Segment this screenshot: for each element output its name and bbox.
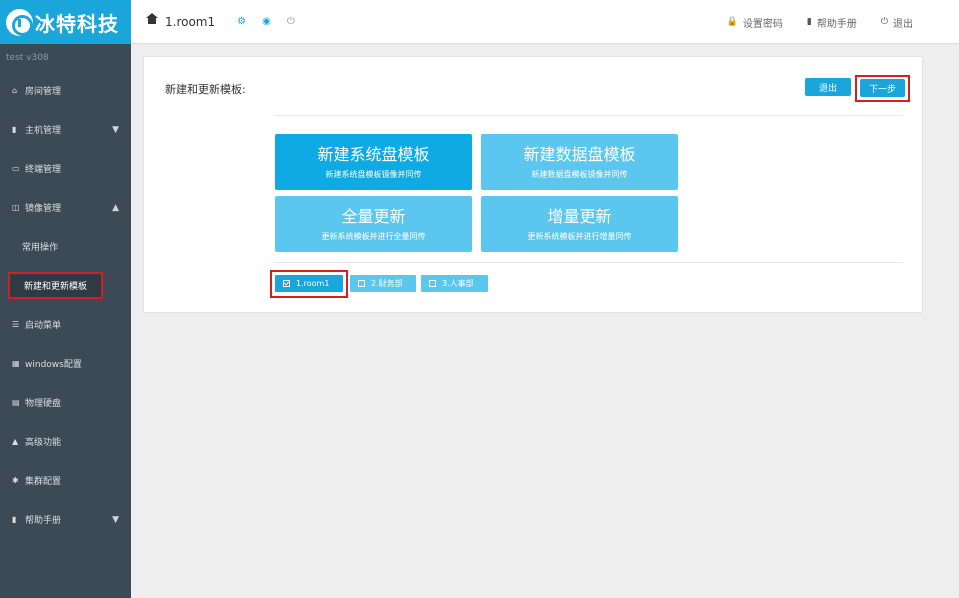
help-manual-link[interactable]: ▮ 帮助手册 [807, 15, 857, 30]
sidebar-item-label: 启动菜单 [25, 321, 62, 331]
sidebar-item-label: 镜像管理 [25, 204, 62, 214]
chevron-up-icon: ▲ [112, 202, 119, 213]
divider [274, 115, 903, 116]
logout-link[interactable]: ⏻ 退出 [881, 15, 913, 30]
set-password-label: 设置密码 [742, 18, 783, 30]
sidebar-item-help[interactable]: ▮ 帮助手册 ▼ [0, 500, 131, 539]
chevron-down-icon: ▼ [112, 514, 119, 525]
sidebar-item-label: 帮助手册 [25, 516, 62, 526]
server-icon: ▮ [12, 125, 17, 134]
tile-title: 增量更新 [547, 206, 612, 226]
gear-icon[interactable]: ⚙ [237, 16, 246, 27]
full-update-tile[interactable]: 全量更新 更新系统模板并进行全量同传 [275, 196, 472, 252]
checkbox-icon [358, 280, 365, 287]
sidebar-item-label: 集群配置 [25, 477, 62, 487]
power-icon[interactable]: ⏻ [287, 16, 295, 27]
version-label: test v308 [6, 53, 49, 63]
database-icon: ◫ [12, 203, 20, 212]
brand-name: 冰特科技 [35, 11, 119, 36]
sidebar-item-label: 主机管理 [25, 126, 62, 136]
set-password-link[interactable]: 🔒 设置密码 [727, 15, 783, 30]
sidebar-item-advanced[interactable]: ▲ 高级功能 [0, 422, 131, 461]
globe-icon[interactable]: ◉ [262, 16, 271, 27]
gear-icon: ✱ [12, 476, 19, 485]
room-tab-room1[interactable]: 1.room1 [275, 275, 343, 292]
list-icon: ☰ [12, 320, 20, 329]
tile-title: 全量更新 [341, 206, 406, 226]
sidebar: test v308 ⌂ 房间管理 ▮ 主机管理 ▼ ▭ 终端管理 ◫ 镜像管理 … [0, 44, 131, 598]
home-breadcrumb[interactable]: 1.room1 [146, 13, 216, 29]
template-panel: 新建和更新模板: 退出 下一步 新建系统盘模板 新建系统盘模板镜像并同传 新建数… [143, 56, 923, 313]
sidebar-item-boot-menu[interactable]: ☰ 启动菜单 [0, 305, 131, 344]
sidebar-item-hosts[interactable]: ▮ 主机管理 ▼ [0, 110, 131, 149]
logo-icon [6, 8, 33, 36]
logout-label: 退出 [893, 18, 913, 30]
sidebar-item-label: 房间管理 [25, 87, 62, 97]
room-tab-label: 1.room1 [296, 279, 330, 288]
sidebar-item-windows-config[interactable]: ▦ windows配置 [0, 344, 131, 383]
monitor-icon: ▭ [12, 164, 20, 173]
home-icon: ⌂ [12, 86, 18, 95]
top-header: 1.room1 ⚙ ◉ ⏻ 🔒 设置密码 ▮ 帮助手册 ⏻ 退出 [131, 0, 959, 44]
tile-description: 更新系统模板并进行增量同传 [527, 231, 632, 241]
hdd-icon: ▤ [12, 398, 20, 407]
help-manual-label: 帮助手册 [816, 18, 857, 30]
power-icon: ⏻ [880, 17, 888, 27]
sidebar-item-new-update-template[interactable]: 新建和更新模板 [0, 266, 131, 305]
sidebar-item-terminals[interactable]: ▭ 终端管理 [0, 149, 131, 188]
sidebar-item-label: windows配置 [25, 360, 82, 370]
book-icon: ▮ [12, 515, 17, 524]
sidebar-item-rooms[interactable]: ⌂ 房间管理 [0, 71, 131, 110]
sidebar-item-physical-disk[interactable]: ▤ 物理硬盘 [0, 383, 131, 422]
checkbox-checked-icon [283, 280, 290, 287]
tile-description: 新建系统盘模板镜像并同传 [325, 169, 422, 179]
brand-logo: 冰特科技 [0, 0, 131, 44]
sidebar-item-common-ops[interactable]: 常用操作 [0, 227, 131, 266]
tile-description: 更新系统模板并进行全量同传 [321, 231, 426, 241]
room-name: 1.room1 [165, 14, 216, 29]
new-system-disk-template-tile[interactable]: 新建系统盘模板 新建系统盘模板镜像并同传 [275, 134, 472, 190]
room-tab-hr[interactable]: 3.人事部 [421, 275, 488, 292]
tile-title: 新建系统盘模板 [317, 144, 430, 164]
next-button-highlight: 下一步 [855, 75, 910, 102]
sidebar-item-label: 常用操作 [22, 243, 59, 253]
sidebar-item-images[interactable]: ◫ 镜像管理 ▲ [0, 188, 131, 227]
incremental-update-tile[interactable]: 增量更新 更新系统模板并进行增量同传 [481, 196, 678, 252]
header-links: 🔒 设置密码 ▮ 帮助手册 ⏻ 退出 [703, 0, 913, 44]
room-tab-finance[interactable]: 2.财务部 [350, 275, 416, 292]
divider [274, 262, 903, 263]
checkbox-icon [429, 280, 436, 287]
tile-description: 新建数据盘模板镜像并同传 [531, 169, 628, 179]
room-tab-label: 3.人事部 [442, 279, 474, 288]
sidebar-item-label: 物理硬盘 [25, 399, 62, 409]
page-title: 新建和更新模板: [165, 83, 246, 96]
home-icon [146, 13, 158, 26]
next-step-button[interactable]: 下一步 [860, 79, 905, 97]
sidebar-item-label: 高级功能 [25, 438, 62, 448]
warning-icon: ▲ [12, 437, 19, 446]
tile-title: 新建数据盘模板 [523, 144, 636, 164]
room-tab-label: 2.财务部 [371, 279, 403, 288]
exit-button[interactable]: 退出 [805, 78, 851, 96]
sidebar-item-label: 新建和更新模板 [8, 272, 104, 299]
book-icon: ▮ [806, 17, 812, 27]
sidebar-item-label: 终端管理 [25, 165, 62, 175]
sidebar-item-cluster-config[interactable]: ✱ 集群配置 [0, 461, 131, 500]
windows-icon: ▦ [12, 359, 20, 368]
lock-icon: 🔒 [726, 17, 738, 27]
chevron-down-icon: ▼ [112, 124, 119, 135]
new-data-disk-template-tile[interactable]: 新建数据盘模板 新建数据盘模板镜像并同传 [481, 134, 678, 190]
